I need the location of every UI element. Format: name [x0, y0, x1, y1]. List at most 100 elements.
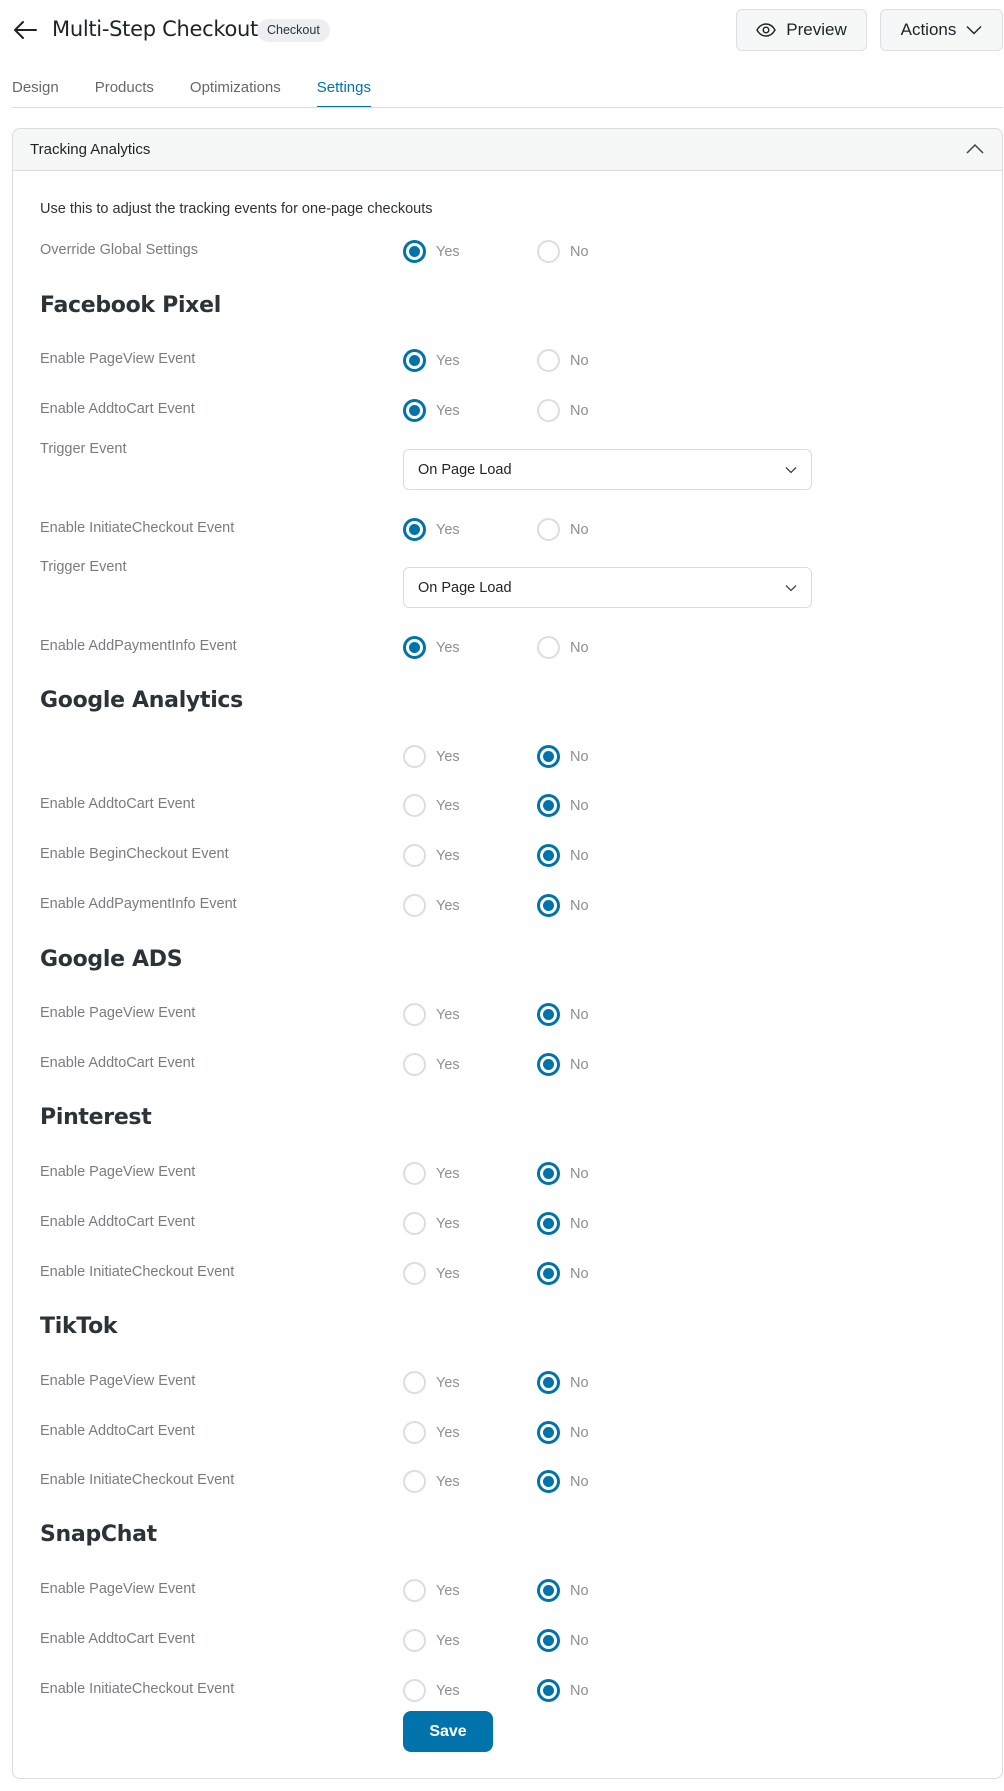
- event-no-radio[interactable]: No: [537, 399, 589, 422]
- event-yes-radio[interactable]: Yes: [403, 1053, 460, 1076]
- event-no-radio[interactable]: No: [537, 1629, 589, 1652]
- radio-label: No: [570, 243, 589, 260]
- radio-label: Yes: [436, 1682, 460, 1699]
- field-label: Override Global Settings: [40, 242, 198, 258]
- event-yes-radio[interactable]: Yes: [403, 1262, 460, 1285]
- radio-label: Yes: [436, 1374, 460, 1391]
- event-yes-radio[interactable]: Yes: [403, 745, 460, 768]
- radio-circle: [403, 1003, 426, 1026]
- event-yes-radio[interactable]: Yes: [403, 1212, 460, 1235]
- radio-label: Yes: [436, 1632, 460, 1649]
- event-yes-radio[interactable]: Yes: [403, 1003, 460, 1026]
- event-yes-radio[interactable]: Yes: [403, 1579, 460, 1602]
- radio-circle: [537, 518, 560, 541]
- event-no-radio[interactable]: No: [537, 745, 589, 768]
- radio-label: No: [570, 1006, 589, 1023]
- event-no-radio[interactable]: No: [537, 1162, 589, 1185]
- radio-circle: [537, 1371, 560, 1394]
- tab-divider: [12, 107, 1003, 108]
- event-yes-radio[interactable]: Yes: [403, 1470, 460, 1493]
- radio-label: No: [570, 1632, 589, 1649]
- override-yes-radio[interactable]: Yes: [403, 240, 460, 263]
- event-no-radio[interactable]: No: [537, 1371, 589, 1394]
- field-label: Trigger Event: [40, 559, 127, 575]
- radio-circle: [403, 518, 426, 541]
- tab-products[interactable]: Products: [95, 78, 154, 108]
- field-label: Enable PageView Event: [40, 1373, 196, 1389]
- radio-circle: [537, 399, 560, 422]
- radio-label: No: [570, 1682, 589, 1699]
- panel-header[interactable]: [12, 128, 1003, 171]
- radio-circle: [537, 1421, 560, 1444]
- event-yes-radio[interactable]: Yes: [403, 1421, 460, 1444]
- event-no-radio[interactable]: No: [537, 1421, 589, 1444]
- actions-label: Actions: [900, 20, 957, 39]
- section-heading: Facebook Pixel: [40, 293, 221, 318]
- section-heading: Pinterest: [40, 1105, 152, 1130]
- radio-circle: [537, 1162, 560, 1185]
- radio-circle: [403, 1262, 426, 1285]
- override-no-radio[interactable]: No: [537, 240, 589, 263]
- tab-optimizations[interactable]: Optimizations: [190, 78, 281, 108]
- section-heading: SnapChat: [40, 1522, 157, 1547]
- field-label: Enable AddPaymentInfo Event: [40, 896, 237, 912]
- event-no-radio[interactable]: No: [537, 1053, 589, 1076]
- radio-label: Yes: [436, 1424, 460, 1441]
- event-no-radio[interactable]: No: [537, 1003, 589, 1026]
- event-no-radio[interactable]: No: [537, 1579, 589, 1602]
- event-no-radio[interactable]: No: [537, 1212, 589, 1235]
- tab-settings[interactable]: Settings: [316, 78, 372, 108]
- event-no-radio[interactable]: No: [537, 349, 589, 372]
- event-yes-radio[interactable]: Yes: [403, 894, 460, 917]
- radio-circle: [403, 1579, 426, 1602]
- field-label: Enable AddtoCart Event: [40, 1423, 195, 1439]
- event-yes-radio[interactable]: Yes: [403, 844, 460, 867]
- event-no-radio[interactable]: No: [537, 794, 589, 817]
- field-label: Enable AddtoCart Event: [40, 401, 195, 417]
- radio-label: No: [570, 897, 589, 914]
- event-yes-radio[interactable]: Yes: [403, 1162, 460, 1185]
- tab-design[interactable]: Design: [12, 78, 59, 108]
- event-yes-radio[interactable]: Yes: [403, 349, 460, 372]
- arrow-left-icon: [14, 21, 37, 39]
- chevron-up-icon: [966, 143, 984, 154]
- radio-label: No: [570, 1473, 589, 1490]
- event-no-radio[interactable]: No: [537, 636, 589, 659]
- chevron-down-icon: [785, 466, 797, 473]
- radio-circle: [403, 1421, 426, 1444]
- event-no-radio[interactable]: No: [537, 1679, 589, 1702]
- panel-description: Use this to adjust the tracking events f…: [40, 201, 433, 217]
- event-yes-radio[interactable]: Yes: [403, 399, 460, 422]
- radio-circle: [403, 636, 426, 659]
- trigger-event-select[interactable]: On Page Load: [403, 567, 812, 608]
- radio-circle: [403, 1679, 426, 1702]
- radio-label: No: [570, 1265, 589, 1282]
- event-yes-radio[interactable]: Yes: [403, 794, 460, 817]
- event-no-radio[interactable]: No: [537, 518, 589, 541]
- back-button[interactable]: [12, 18, 38, 42]
- event-yes-radio[interactable]: Yes: [403, 1679, 460, 1702]
- select-value: On Page Load: [418, 579, 512, 596]
- radio-circle: [403, 794, 426, 817]
- event-yes-radio[interactable]: Yes: [403, 1371, 460, 1394]
- radio-circle: [403, 894, 426, 917]
- radio-label: No: [570, 1582, 589, 1599]
- event-no-radio[interactable]: No: [537, 1470, 589, 1493]
- panel-title: Tracking Analytics: [30, 141, 151, 158]
- radio-label: No: [570, 352, 589, 369]
- event-yes-radio[interactable]: Yes: [403, 636, 460, 659]
- radio-circle: [537, 636, 560, 659]
- event-no-radio[interactable]: No: [537, 844, 589, 867]
- trigger-event-select[interactable]: On Page Load: [403, 449, 812, 490]
- radio-label: Yes: [436, 797, 460, 814]
- save-button[interactable]: Save: [403, 1711, 493, 1752]
- event-no-radio[interactable]: No: [537, 894, 589, 917]
- preview-label: Preview: [786, 20, 847, 39]
- actions-button[interactable]: Actions: [880, 9, 1003, 51]
- event-no-radio[interactable]: No: [537, 1262, 589, 1285]
- event-yes-radio[interactable]: Yes: [403, 1629, 460, 1652]
- event-yes-radio[interactable]: Yes: [403, 518, 460, 541]
- field-label: Enable AddtoCart Event: [40, 1214, 195, 1230]
- collapse-button[interactable]: [965, 142, 985, 156]
- preview-button[interactable]: Preview: [736, 9, 867, 51]
